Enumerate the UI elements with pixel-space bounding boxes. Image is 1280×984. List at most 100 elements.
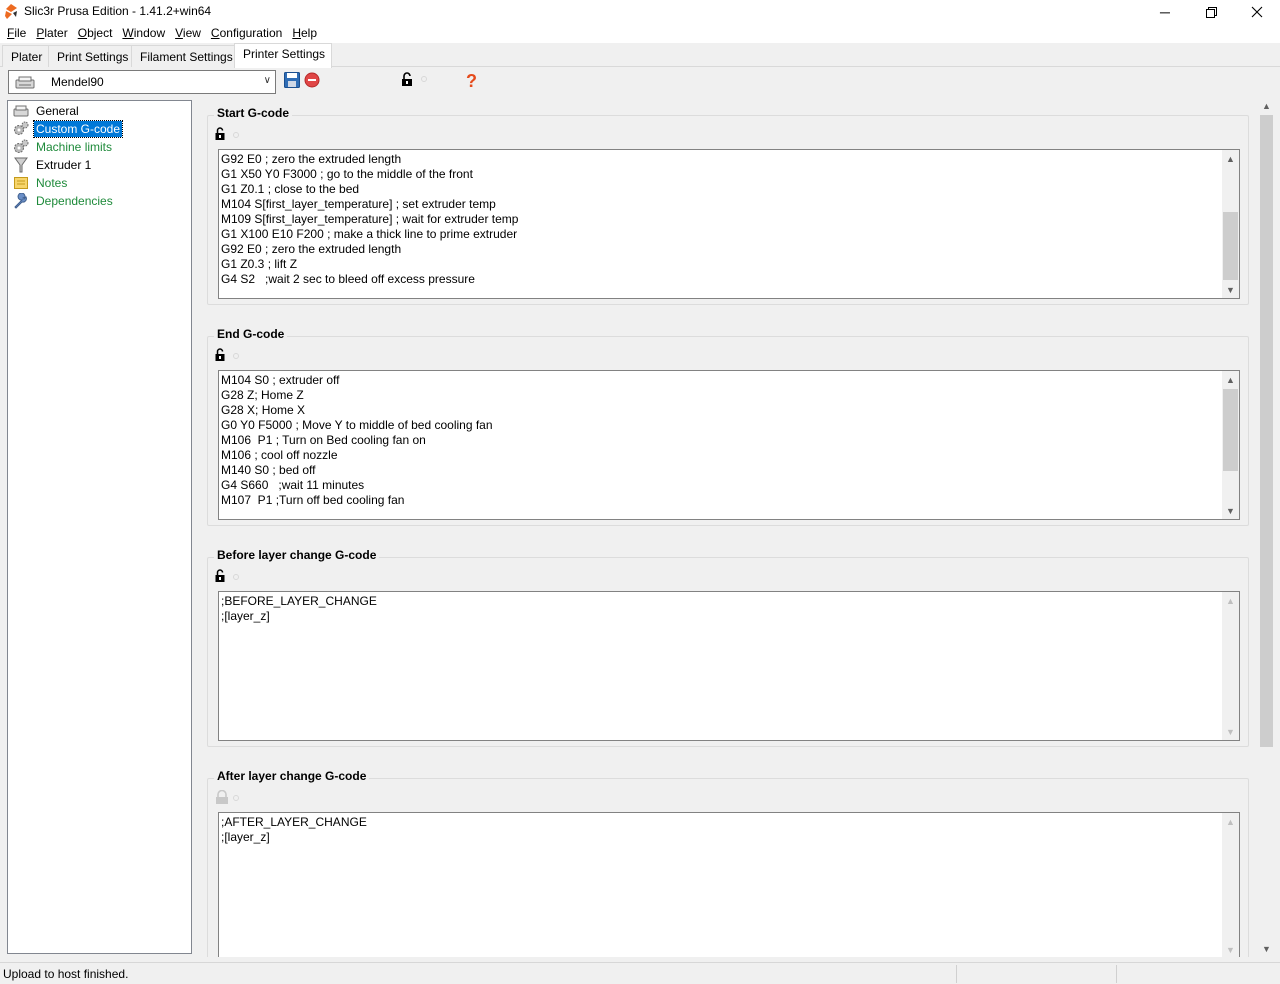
code-line: G28 X; Home X <box>221 403 306 417</box>
scroll-down-icon[interactable]: ▼ <box>1222 723 1239 740</box>
menu-plater[interactable]: Plater <box>29 24 67 43</box>
window-title: Slic3r Prusa Edition - 1.41.2+win64 <box>24 4 212 18</box>
printer-preset-select[interactable]: Mendel90 ∨ <box>8 70 276 94</box>
scroll-down-icon[interactable]: ▼ <box>1258 940 1275 957</box>
delete-preset-icon[interactable] <box>304 72 320 88</box>
after-layer-change-gcode-editor[interactable]: ;AFTER_LAYER_CHANGE ;[layer_z] ▲ ▼ <box>218 812 1240 957</box>
tree-item-dependencies[interactable]: Dependencies <box>13 192 115 210</box>
bullet-icon <box>233 574 239 580</box>
menu-bar: File Plater Object Window View Configura… <box>0 24 1280 43</box>
code-line: G1 Z0.1 ; close to the bed <box>221 182 360 196</box>
code-line: G4 S2 ;wait 2 sec to bleed off excess pr… <box>221 272 475 286</box>
group-after-layer-change-gcode: After layer change G-code ;AFTER_LAYER_C… <box>207 769 1249 957</box>
code-line: G1 X100 E10 F200 ; make a thick line to … <box>221 227 518 241</box>
code-line: M104 S0 ; extruder off <box>221 373 340 387</box>
lock-open-icon[interactable] <box>401 72 415 87</box>
scroll-down-icon[interactable]: ▼ <box>1222 281 1239 298</box>
editor-scrollbar[interactable]: ▲ ▼ <box>1222 371 1239 519</box>
code-line: M107 P1 ;Turn off bed cooling fan <box>221 493 405 507</box>
status-bar: Upload to host finished. <box>0 962 1280 984</box>
group-title: Start G-code <box>214 106 293 120</box>
wrench-icon <box>13 193 29 209</box>
tab-bar: Plater Print Settings Filament Settings … <box>0 43 1280 68</box>
gears-icon <box>13 121 29 137</box>
settings-scrollbar[interactable]: ▲ ▼ <box>1258 97 1275 957</box>
tree-item-custom-gcode[interactable]: Custom G-code <box>13 120 124 138</box>
tree-item-notes[interactable]: Notes <box>13 174 69 192</box>
code-line: M109 S[first_layer_temperature] ; wait f… <box>221 212 519 226</box>
menu-view[interactable]: View <box>168 24 201 43</box>
scroll-thumb[interactable] <box>1260 115 1273 747</box>
scroll-down-icon[interactable]: ▼ <box>1222 941 1239 957</box>
code-line: M106 ; cool off nozzle <box>221 448 338 462</box>
menu-configuration[interactable]: Configuration <box>204 24 282 43</box>
funnel-icon <box>13 157 29 173</box>
group-title: After layer change G-code <box>214 769 370 783</box>
code-line: G92 E0 ; zero the extruded length <box>221 152 402 166</box>
status-divider <box>1116 965 1117 983</box>
settings-page-tree: General Custom G-code Machine limits Ext… <box>7 100 192 954</box>
code-line: G1 Z0.3 ; lift Z <box>221 257 298 271</box>
help-question-icon[interactable]: ? <box>465 72 479 90</box>
menu-file[interactable]: File <box>0 24 26 43</box>
bullet-icon <box>421 76 427 82</box>
end-gcode-editor[interactable]: M104 S0 ; extruder off G28 Z; Home Z G28… <box>218 370 1240 520</box>
status-text: Upload to host finished. <box>3 967 129 981</box>
code-line: M104 S[first_layer_temperature] ; set ex… <box>221 197 496 211</box>
code-line: ;BEFORE_LAYER_CHANGE <box>221 594 377 608</box>
scroll-thumb[interactable] <box>1223 389 1238 471</box>
code-line: ;[layer_z] <box>221 609 270 623</box>
code-line: ;[layer_z] <box>221 830 270 844</box>
slic3r-logo-icon <box>5 4 17 19</box>
editor-scrollbar[interactable]: ▲ ▼ <box>1222 592 1239 740</box>
scroll-thumb[interactable] <box>1223 212 1238 280</box>
group-title: Before layer change G-code <box>214 548 380 562</box>
menu-object[interactable]: Object <box>71 24 113 43</box>
printer-icon <box>13 103 29 119</box>
printer-icon <box>15 76 35 89</box>
close-window-button[interactable] <box>1234 0 1280 24</box>
group-before-layer-change-gcode: Before layer change G-code ;BEFORE_LAYER… <box>207 548 1249 747</box>
group-start-gcode: Start G-code G92 E0 ; zero the extruded … <box>207 106 1249 305</box>
menu-window[interactable]: Window <box>115 24 165 43</box>
before-layer-change-gcode-editor[interactable]: ;BEFORE_LAYER_CHANGE ;[layer_z] ▲ ▼ <box>218 591 1240 741</box>
tree-item-extruder-1[interactable]: Extruder 1 <box>13 156 93 174</box>
lock-open-icon[interactable] <box>215 127 227 141</box>
menu-help[interactable]: Help <box>285 24 317 43</box>
code-line: G4 S660 ;wait 11 minutes <box>221 478 365 492</box>
scroll-down-icon[interactable]: ▼ <box>1222 502 1239 519</box>
code-line: M106 P1 ; Turn on Bed cooling fan on <box>221 433 426 447</box>
tree-item-general[interactable]: General <box>13 102 81 120</box>
lock-closed-icon[interactable] <box>215 790 229 805</box>
tab-filament-settings[interactable]: Filament Settings <box>131 45 240 67</box>
scroll-up-icon[interactable]: ▲ <box>1258 97 1275 114</box>
minimize-button[interactable]: ─ <box>1142 0 1188 24</box>
editor-scrollbar[interactable]: ▲ ▼ <box>1222 813 1239 957</box>
lock-open-icon[interactable] <box>215 348 227 362</box>
bullet-icon <box>233 132 239 138</box>
code-line: M140 S0 ; bed off <box>221 463 316 477</box>
gears-icon <box>13 139 29 155</box>
tab-print-settings[interactable]: Print Settings <box>48 45 136 67</box>
tab-plater[interactable]: Plater <box>2 45 50 67</box>
save-preset-icon[interactable] <box>284 72 300 88</box>
bullet-icon <box>233 795 239 801</box>
bullet-icon <box>233 353 239 359</box>
start-gcode-editor[interactable]: G92 E0 ; zero the extruded length G1 X50… <box>218 149 1240 299</box>
scroll-up-icon[interactable]: ▲ <box>1222 592 1239 609</box>
scroll-up-icon[interactable]: ▲ <box>1222 371 1239 388</box>
code-line: G1 X50 Y0 F3000 ; go to the middle of th… <box>221 167 473 181</box>
tab-printer-settings[interactable]: Printer Settings <box>234 43 333 68</box>
code-line: G0 Y0 F5000 ; Move Y to middle of bed co… <box>221 418 493 432</box>
scroll-up-icon[interactable]: ▲ <box>1222 813 1239 830</box>
lock-open-icon[interactable] <box>215 569 227 583</box>
scroll-up-icon[interactable]: ▲ <box>1222 150 1239 167</box>
restore-button[interactable] <box>1188 0 1234 24</box>
tree-item-machine-limits[interactable]: Machine limits <box>13 138 114 156</box>
editor-scrollbar[interactable]: ▲ ▼ <box>1222 150 1239 298</box>
group-title: End G-code <box>214 327 288 341</box>
code-line: G28 Z; Home Z <box>221 388 304 402</box>
title-bar: Slic3r Prusa Edition - 1.41.2+win64 ─ <box>0 0 1280 24</box>
group-end-gcode: End G-code M104 S0 ; extruder off G28 Z;… <box>207 327 1249 526</box>
code-line: G92 E0 ; zero the extruded length <box>221 242 402 256</box>
